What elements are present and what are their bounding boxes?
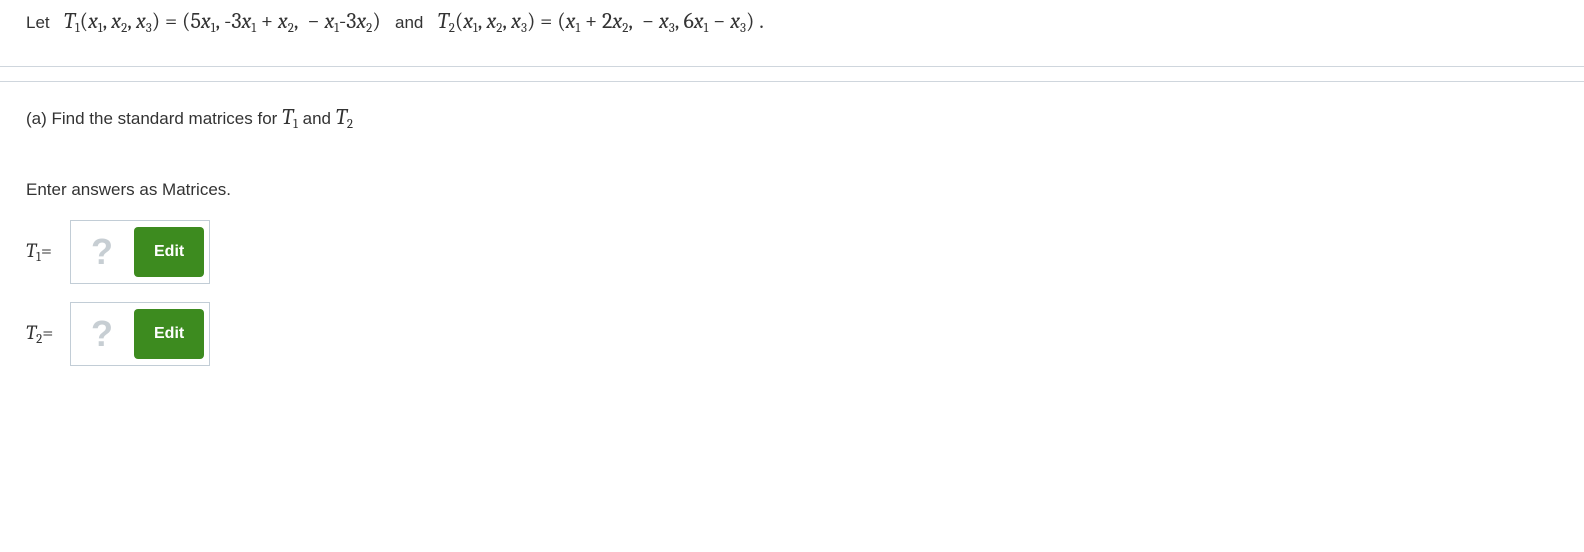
t2-label: T2= <box>26 321 62 347</box>
answer-row-t2: T2= ? Edit <box>26 302 1558 366</box>
t2-definition: T2(x1, x2, x3) = (x1 + 2x2, − x3, 6x1 − … <box>438 8 764 34</box>
t1-label: T1= <box>26 239 62 265</box>
let-word: Let <box>26 13 50 32</box>
prompt-t2: T2 <box>336 104 353 130</box>
prompt-mid: and <box>298 109 336 128</box>
enter-instruction: Enter answers as Matrices. <box>26 180 1558 200</box>
and-word: and <box>395 13 423 32</box>
prompt-pre: (a) Find the standard matrices for <box>26 109 282 128</box>
answer-row-t1: T1= ? Edit <box>26 220 1558 284</box>
t1-answer-box[interactable]: ? Edit <box>70 220 210 284</box>
part-a: (a) Find the standard matrices for T1 an… <box>0 81 1584 410</box>
edit-button[interactable]: Edit <box>134 309 204 359</box>
question-mark-icon: ? <box>73 313 131 355</box>
let-line: Let T1(x1, x2, x3) = (5x1, -3x1 + x2, − … <box>26 4 1558 40</box>
t1-definition: T1(x1, x2, x3) = (5x1, -3x1 + x2, − x1-3… <box>64 8 386 34</box>
problem-statement: Let T1(x1, x2, x3) = (5x1, -3x1 + x2, − … <box>0 0 1584 67</box>
t2-answer-box[interactable]: ? Edit <box>70 302 210 366</box>
part-a-prompt: (a) Find the standard matrices for T1 an… <box>26 100 1558 136</box>
edit-button[interactable]: Edit <box>134 227 204 277</box>
prompt-t1: T1 <box>282 104 298 130</box>
question-mark-icon: ? <box>73 231 131 273</box>
